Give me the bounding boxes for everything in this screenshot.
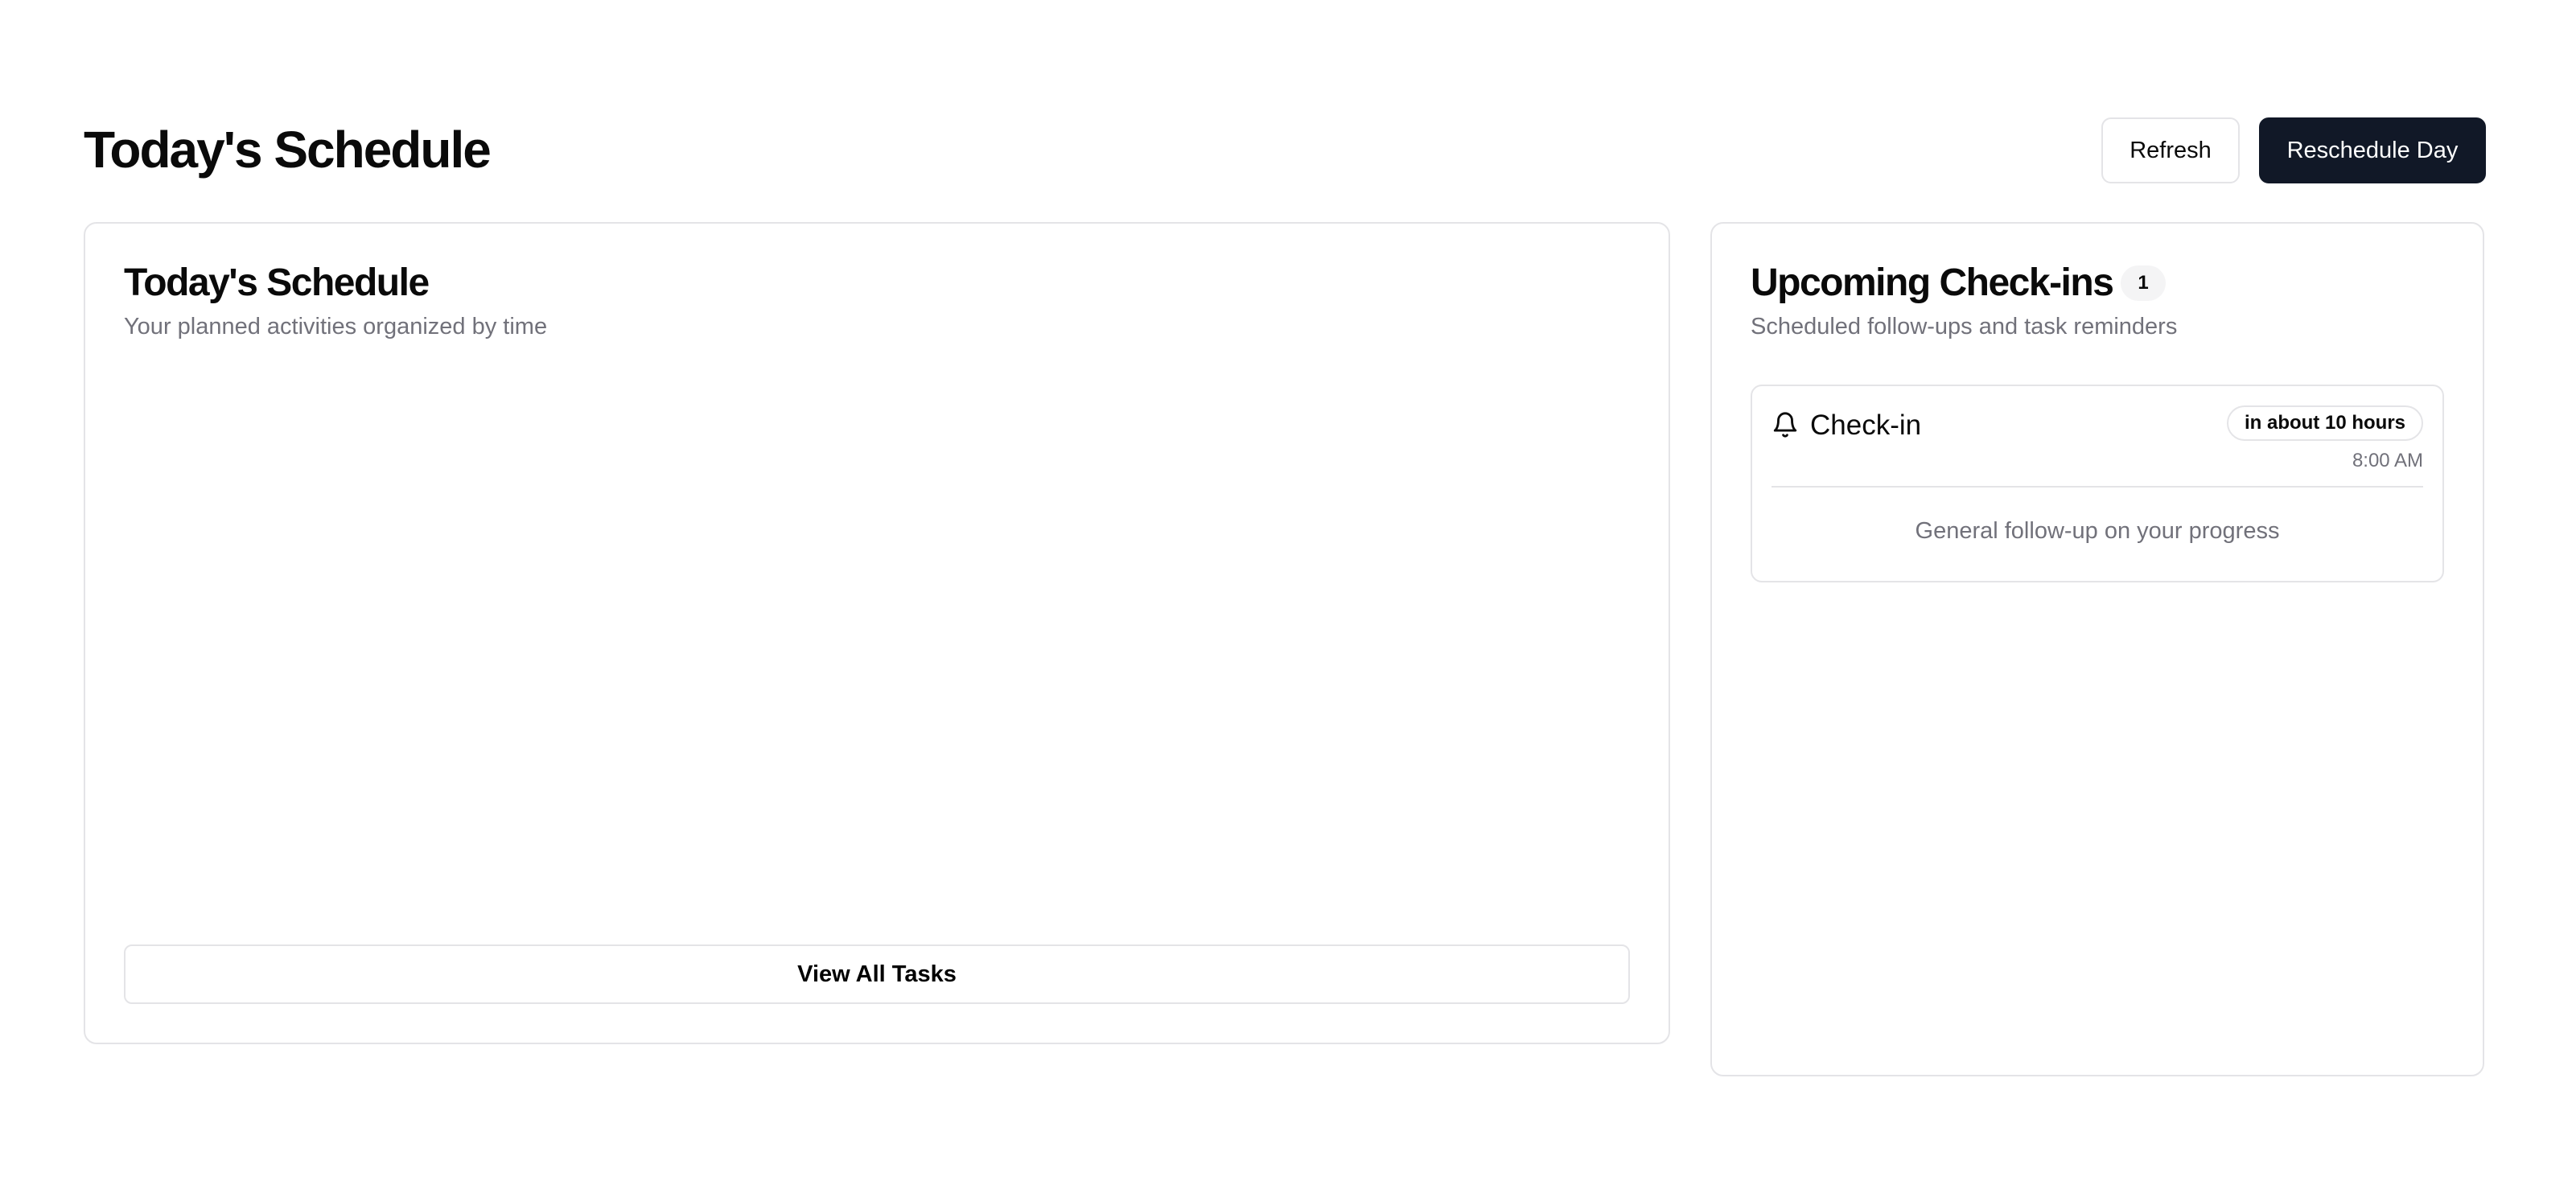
checkins-card-title: Upcoming Check-ins — [1751, 261, 2114, 304]
schedule-card-title: Today's Schedule — [124, 261, 430, 304]
bell-icon — [1772, 410, 1799, 439]
schedule-card: Today's Schedule Your planned activities… — [84, 222, 1670, 1044]
checkin-note: General follow-up on your progress — [1915, 518, 2280, 544]
checkins-count-badge: 1 — [2121, 265, 2166, 301]
page-title: Today's Schedule — [84, 121, 492, 179]
checkin-time: 8:00 AM — [2352, 450, 2423, 471]
view-all-tasks-button[interactable]: View All Tasks — [124, 944, 1630, 1004]
schedule-card-description: Your planned activities organized by tim… — [124, 314, 548, 339]
checkin-item[interactable]: Check-in in about 10 hours 8:00 AM Gener… — [1751, 385, 2444, 582]
checkins-card-description: Scheduled follow-ups and task reminders — [1751, 314, 2178, 339]
refresh-button[interactable]: Refresh — [2101, 117, 2240, 183]
relative-time-badge: in about 10 hours — [2226, 405, 2423, 441]
checkin-title: Check-in — [1810, 409, 1922, 441]
checkin-divider — [1772, 486, 2423, 488]
reschedule-day-button[interactable]: Reschedule Day — [2259, 117, 2486, 183]
checkins-card: Upcoming Check-ins 1 Scheduled follow-up… — [1710, 222, 2484, 1076]
